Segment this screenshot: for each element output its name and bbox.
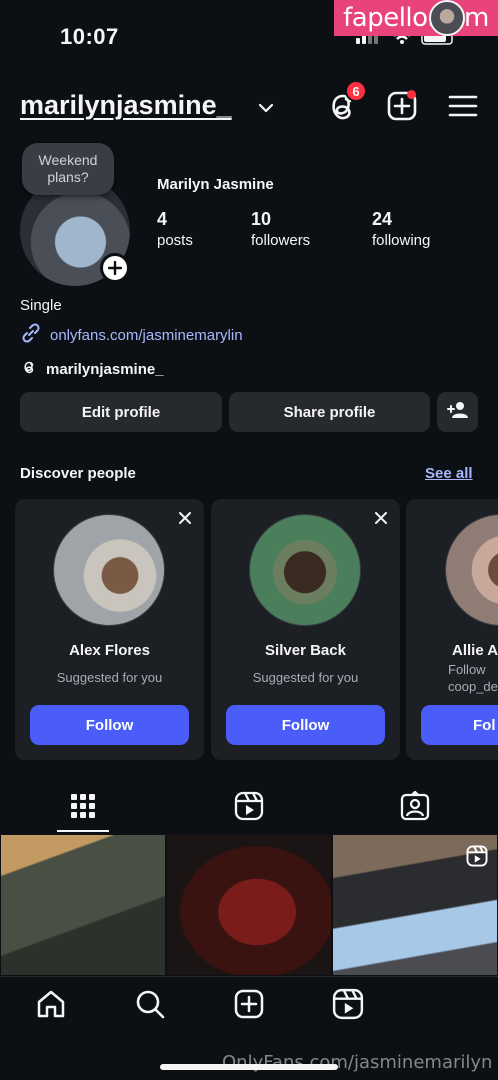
- add-person-icon: [446, 401, 469, 423]
- link-text[interactable]: onlyfans.com/jasminemarylin: [50, 327, 243, 344]
- tab-reels[interactable]: [222, 790, 276, 826]
- reels-icon: [234, 791, 264, 826]
- suggestion-subtitle: Suggested for you: [56, 670, 163, 685]
- suggestion-name: Silver Back: [265, 642, 346, 659]
- stat-label: followers: [251, 232, 311, 249]
- status-time: 10:07: [60, 24, 119, 49]
- active-tab-indicator: [57, 830, 109, 832]
- stat-label: posts: [157, 232, 193, 249]
- profile-link[interactable]: onlyfans.com/jasminemarylin: [20, 322, 243, 349]
- threads-handle: marilynjasmine_: [46, 361, 164, 378]
- profile-note[interactable]: Weekend plans?: [22, 143, 114, 195]
- stat-followers[interactable]: 10 followers: [251, 209, 310, 249]
- profile-bio: Single: [20, 297, 62, 314]
- stat-posts[interactable]: 4 posts: [157, 209, 193, 249]
- nav-profile-avatar[interactable]: [429, 0, 465, 36]
- follow-button[interactable]: Fol: [421, 705, 498, 745]
- reels-icon: [332, 988, 364, 1025]
- suggestion-avatar[interactable]: [249, 514, 361, 626]
- stat-following[interactable]: 24 following: [372, 209, 430, 249]
- search-icon: [134, 988, 166, 1025]
- discover-title: Discover people: [20, 465, 136, 482]
- add-story-icon[interactable]: [100, 253, 130, 283]
- tagged-icon: [400, 789, 430, 826]
- chevron-down-icon[interactable]: [258, 100, 274, 118]
- link-icon: [20, 322, 42, 349]
- tab-posts-grid[interactable]: [56, 790, 110, 826]
- suggestion-card[interactable]: Silver Back Suggested for you Follow: [211, 499, 400, 760]
- stat-label: following: [372, 232, 431, 249]
- add-user-button[interactable]: [437, 392, 478, 432]
- grid-icon: [70, 793, 96, 824]
- watermark-banner: fapello.com: [334, 0, 498, 36]
- stat-value: 24: [372, 209, 393, 229]
- stat-value: 4: [157, 209, 168, 229]
- new-activity-dot: [407, 90, 416, 99]
- post-thumbnail[interactable]: [167, 835, 331, 975]
- suggestion-card[interactable]: Allie A Follow coop_de Fol: [406, 499, 498, 760]
- close-icon[interactable]: [178, 511, 192, 530]
- nav-home[interactable]: [33, 988, 69, 1024]
- suggestion-name: Allie A: [452, 642, 498, 659]
- notification-badge: 6: [345, 80, 367, 102]
- plus-square-icon: [233, 988, 265, 1025]
- tab-tagged[interactable]: [388, 789, 442, 826]
- suggestion-card[interactable]: Alex Flores Suggested for you Follow: [15, 499, 204, 760]
- menu-icon[interactable]: [446, 91, 480, 121]
- home-indicator[interactable]: [160, 1064, 338, 1070]
- nav-reels[interactable]: [330, 988, 366, 1024]
- follow-button[interactable]: Follow: [226, 705, 385, 745]
- post-thumbnail[interactable]: [1, 835, 165, 975]
- threads-icon: [20, 358, 38, 381]
- reel-indicator-icon: [466, 845, 488, 872]
- suggestion-subtitle: Follow coop_de: [448, 662, 498, 694]
- edit-profile-button[interactable]: Edit profile: [20, 392, 222, 432]
- threads-profile-link[interactable]: marilynjasmine_: [20, 358, 164, 381]
- display-name: Marilyn Jasmine: [157, 176, 274, 193]
- suggestion-name: Alex Flores: [69, 642, 150, 659]
- follow-button[interactable]: Follow: [30, 705, 189, 745]
- nav-search[interactable]: [132, 988, 168, 1024]
- see-all-link[interactable]: See all: [425, 465, 473, 482]
- suggestion-avatar[interactable]: [53, 514, 165, 626]
- suggestion-avatar[interactable]: [445, 514, 498, 626]
- nav-create[interactable]: [231, 988, 267, 1024]
- account-username[interactable]: marilynjasmine_: [20, 90, 232, 121]
- suggestion-subtitle: Suggested for you: [252, 670, 359, 685]
- close-icon[interactable]: [374, 511, 388, 530]
- home-icon: [35, 988, 67, 1025]
- share-profile-button[interactable]: Share profile: [229, 392, 430, 432]
- stat-value: 10: [251, 209, 272, 229]
